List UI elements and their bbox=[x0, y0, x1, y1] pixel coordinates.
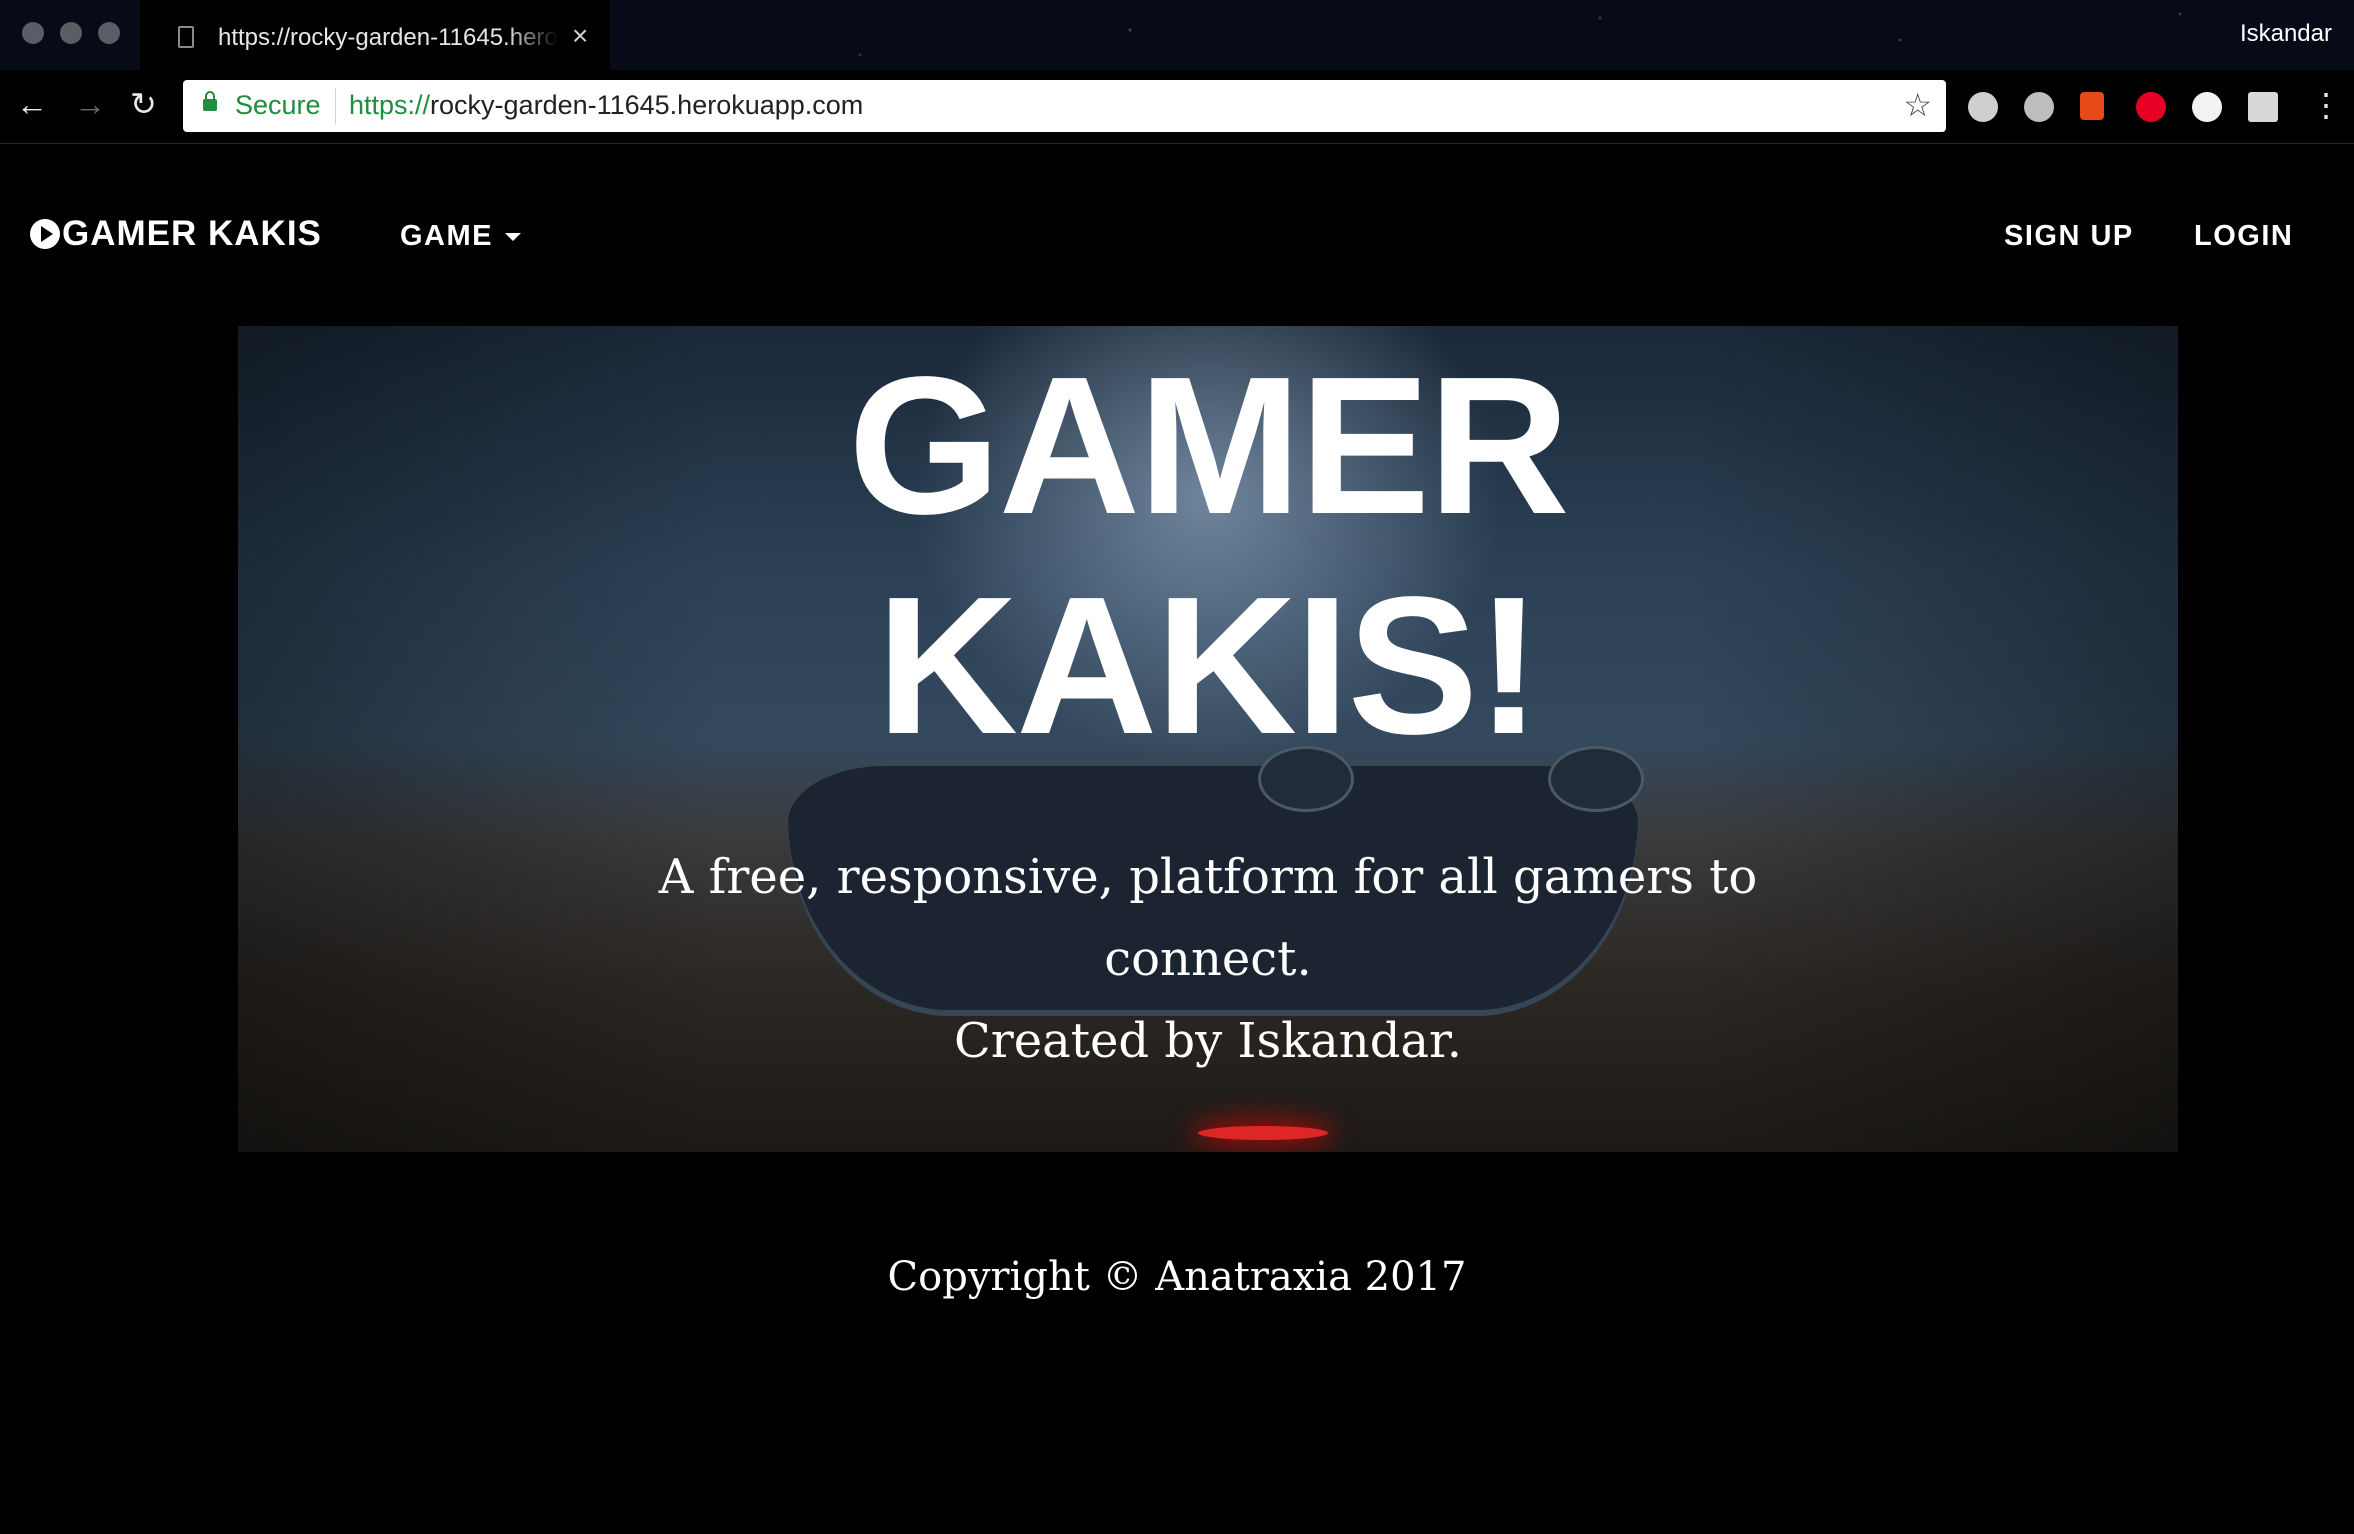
controller-led bbox=[1198, 1126, 1328, 1140]
hero-subtitle: A free, responsive, platform for all gam… bbox=[238, 836, 2178, 1082]
zoom-window-button[interactable] bbox=[98, 22, 120, 44]
back-button[interactable]: ← bbox=[16, 88, 48, 120]
browser-menu-icon[interactable]: ⋮ bbox=[2310, 86, 2342, 124]
game-menu-label: GAME bbox=[400, 220, 493, 252]
browser-toolbar: ← → ↻ Secure https://rocky-garden-11645.… bbox=[0, 70, 2354, 144]
login-link[interactable]: LOGIN bbox=[2194, 220, 2293, 253]
url-text: https://rocky-garden-11645.herokuapp.com bbox=[349, 90, 863, 121]
hero-title-line1: GAMER bbox=[848, 336, 1570, 555]
skype-icon[interactable] bbox=[2024, 92, 2054, 122]
pinterest-icon[interactable] bbox=[2136, 92, 2166, 122]
copyright-text: Copyright © Anatraxia 2017 bbox=[887, 1254, 1467, 1300]
page-icon bbox=[178, 26, 194, 48]
reload-button[interactable]: ↻ bbox=[130, 88, 157, 120]
hero-title-line2: KAKIS! bbox=[876, 556, 1541, 775]
page-content: GAMER KAKIS GAME SIGN UP LOGIN GAMER KAK… bbox=[0, 144, 2354, 1534]
game-menu-dropdown[interactable]: GAME bbox=[400, 220, 521, 253]
tab-close-button[interactable]: × bbox=[572, 20, 588, 52]
opera-icon[interactable] bbox=[2192, 92, 2222, 122]
close-window-button[interactable] bbox=[22, 22, 44, 44]
brand-text: GAMER KAKIS bbox=[62, 214, 322, 253]
hero-banner: GAMER KAKIS! A free, responsive, platfor… bbox=[238, 326, 2178, 1152]
url-host: rocky-garden-11645.herokuapp.com bbox=[430, 90, 864, 120]
brand-link[interactable]: GAMER KAKIS bbox=[30, 214, 322, 254]
tab-title: https://rocky-garden-11645.herokuapp.com bbox=[218, 24, 558, 51]
security-label: Secure bbox=[235, 90, 321, 120]
lock-icon bbox=[203, 91, 217, 111]
minimize-window-button[interactable] bbox=[60, 22, 82, 44]
hero-credit: Created by Iskandar. bbox=[954, 1013, 1462, 1069]
hero-tagline: A free, responsive, platform for all gam… bbox=[658, 849, 1758, 987]
extension-icon[interactable] bbox=[1968, 92, 1998, 122]
browser-tab[interactable]: https://rocky-garden-11645.herokuapp.com… bbox=[140, 0, 610, 70]
office-icon[interactable] bbox=[2080, 92, 2104, 120]
play-icon bbox=[30, 219, 60, 249]
profile-name[interactable]: Iskandar bbox=[2240, 20, 2332, 48]
url-scheme: https:// bbox=[349, 90, 431, 120]
caret-down-icon bbox=[505, 233, 521, 242]
bookmark-star-icon[interactable]: ☆ bbox=[1903, 86, 1932, 124]
sign-up-link[interactable]: SIGN UP bbox=[2004, 220, 2134, 253]
address-separator bbox=[335, 88, 336, 124]
address-bar[interactable]: Secure https://rocky-garden-11645.heroku… bbox=[183, 80, 1946, 132]
browser-tab-strip: https://rocky-garden-11645.herokuapp.com… bbox=[0, 0, 2354, 70]
forward-button[interactable]: → bbox=[74, 88, 106, 120]
extension-grid-icon[interactable] bbox=[2248, 92, 2278, 122]
